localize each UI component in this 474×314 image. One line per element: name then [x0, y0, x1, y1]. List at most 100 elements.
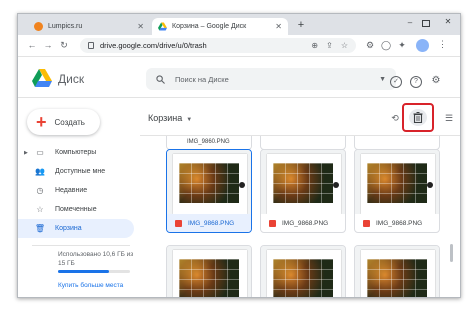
file-thumbnail [355, 246, 439, 297]
list-view-icon[interactable]: ☰ [440, 109, 458, 127]
storage-bar-fill [58, 270, 110, 273]
expand-arrow-icon[interactable]: ▶ [24, 150, 28, 156]
sidebar-item-trash[interactable]: 🗑 Корзина [18, 219, 134, 238]
scrollbar[interactable] [450, 164, 454, 274]
maximize-icon[interactable] [422, 20, 430, 27]
new-tab-button[interactable]: + [294, 18, 308, 32]
buy-storage-link[interactable]: Купить больше места [58, 282, 123, 289]
search-options-icon[interactable]: ▼ [379, 76, 386, 83]
document-preview [267, 154, 341, 214]
close-icon[interactable]: ✕ [275, 22, 282, 31]
file-name: IMG_9868.PNG [282, 219, 329, 227]
minimize-icon[interactable]: – [404, 18, 416, 27]
dot-icon [239, 182, 245, 188]
extension-icon[interactable]: ⚙ [364, 39, 376, 51]
storage-usage-text: Использовано 10,6 ГБ из 15 ГБ [58, 251, 134, 267]
sidebar-item-label: Корзина [55, 225, 82, 232]
file-card-top[interactable]: IMG_9860.PNG [166, 136, 252, 150]
document-preview [173, 154, 247, 214]
sidebar: + Создать ▶ ▭ Компьютеры 👥 Доступные мне… [18, 99, 140, 297]
close-icon[interactable]: ✕ [137, 22, 144, 31]
page-title[interactable]: Корзина ▼ [148, 113, 192, 123]
search-placeholder: Поиск на Диске [175, 74, 229, 84]
sidebar-item-computers[interactable]: ▶ ▭ Компьютеры [18, 143, 134, 162]
shared-icon: 👥 [35, 167, 45, 176]
dot-icon [333, 182, 339, 188]
drive-favicon-icon [158, 22, 167, 31]
drive-logo-icon[interactable] [32, 69, 52, 87]
document-preview [361, 154, 435, 214]
clock-icon: ◷ [36, 186, 44, 195]
settings-gear-icon[interactable]: ⚙ [430, 76, 442, 88]
tab-lumpics[interactable]: Lumpics.ru ✕ [28, 18, 150, 35]
tab-title: Lumpics.ru [48, 23, 83, 30]
offline-icon[interactable]: ✓ [390, 76, 402, 88]
delete-forever-button[interactable] [402, 103, 434, 132]
puzzle-icon[interactable]: ✦ [396, 39, 408, 51]
chevron-down-icon[interactable]: ▼ [186, 117, 192, 123]
window-close-icon[interactable]: ✕ [442, 17, 454, 26]
photo-preview [367, 259, 427, 297]
file-label: IMG_9868.PNG [261, 214, 345, 232]
file-thumbnail [261, 246, 345, 297]
file-label: IMG_9868.PNG [167, 214, 251, 232]
file-name: IMG_9860.PNG [167, 136, 251, 148]
file-card[interactable]: IMG_9868.PNG [354, 149, 440, 233]
url-text: drive.google.com/drive/u/0/trash [100, 41, 207, 50]
opera-icon[interactable]: ◯ [380, 39, 392, 51]
sidebar-item-label: Доступные мне [55, 168, 106, 175]
file-thumbnail [167, 150, 251, 214]
add-icon[interactable]: ⊕ [311, 41, 318, 50]
file-card[interactable] [166, 245, 252, 297]
photo-preview [367, 163, 427, 203]
reload-icon[interactable]: ↻ [58, 39, 70, 51]
sidebar-item-label: Компьютеры [55, 149, 97, 156]
sidebar-item-starred[interactable]: ☆ Помеченные [18, 200, 134, 219]
tab-strip: Lumpics.ru ✕ Корзина – Google Диск ✕ + –… [18, 14, 460, 35]
sidebar-item-label: Недавние [55, 187, 88, 194]
sidebar-nav: ▶ ▭ Компьютеры 👥 Доступные мне ◷ Недавни… [18, 143, 134, 238]
tab-title: Корзина – Google Диск [172, 23, 247, 30]
divider [32, 245, 130, 246]
bookmark-star-icon[interactable]: ☆ [341, 41, 348, 50]
forward-icon[interactable]: → [42, 39, 54, 51]
file-thumbnail [167, 246, 251, 297]
create-button[interactable]: + Создать [27, 109, 100, 135]
search-icon[interactable] [156, 74, 165, 84]
file-card[interactable]: IMG_9868.PNG [166, 149, 252, 233]
file-name: IMG_9868.PNG [188, 219, 235, 227]
plus-icon: + [36, 112, 47, 132]
share-icon[interactable]: ⇪ [326, 41, 333, 50]
tab-drive-trash[interactable]: Корзина – Google Диск ✕ [152, 18, 288, 35]
file-card[interactable] [354, 245, 440, 297]
file-card[interactable] [260, 245, 346, 297]
lumpics-favicon-icon [34, 22, 43, 31]
avatar[interactable] [416, 39, 429, 52]
file-card[interactable]: IMG_9868.PNG [260, 149, 346, 233]
photo-preview [179, 259, 239, 297]
menu-icon[interactable]: ⋮ [438, 39, 447, 52]
lock-icon [88, 42, 94, 49]
file-card-top[interactable] [354, 136, 440, 150]
file-name: IMG_9868.PNG [376, 219, 423, 227]
scrollbar-thumb[interactable] [450, 244, 453, 262]
address-bar[interactable]: drive.google.com/drive/u/0/trash ⊕ ⇪ ☆ [80, 38, 356, 53]
file-thumbnail [261, 150, 345, 214]
file-label: IMG_9868.PNG [355, 214, 439, 232]
file-card-top[interactable] [260, 136, 346, 150]
folder-title-text: Корзина [148, 113, 183, 123]
photo-preview [273, 163, 333, 203]
dot-icon [427, 182, 433, 188]
help-icon[interactable]: ? [410, 76, 422, 88]
sidebar-item-shared[interactable]: 👥 Доступные мне [18, 162, 134, 181]
back-icon[interactable]: ← [26, 39, 38, 51]
main-content: Корзина ▼ ⟲ ☰ IMG_9860.PNG IMG_9868.PNG … [140, 99, 460, 297]
image-file-icon [175, 219, 182, 227]
star-icon: ☆ [36, 205, 44, 214]
sidebar-item-recent[interactable]: ◷ Недавние [18, 181, 134, 200]
photo-preview [273, 259, 333, 297]
browser-toolbar: ← → ↻ drive.google.com/drive/u/0/trash ⊕… [18, 35, 460, 57]
search-input[interactable]: Поиск на Диске ▼ [146, 68, 396, 90]
brand-name[interactable]: Диск [58, 72, 84, 86]
create-label: Создать [54, 117, 85, 127]
